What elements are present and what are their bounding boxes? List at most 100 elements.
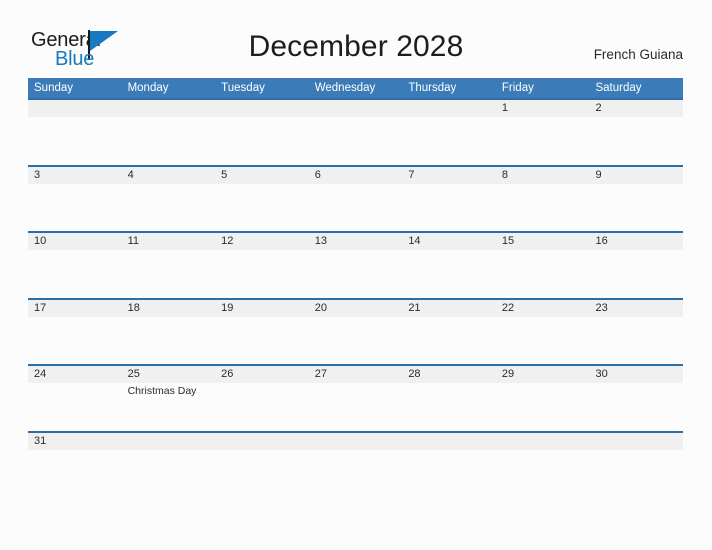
day-cell[interactable]: 10 xyxy=(28,233,122,298)
day-cell[interactable]: 30 xyxy=(589,366,683,431)
locale-label: French Guiana xyxy=(593,47,683,62)
day-cell[interactable]: 3 xyxy=(28,167,122,232)
day-event: Christmas Day xyxy=(127,385,197,398)
day-number: 11 xyxy=(127,235,139,248)
day-cell[interactable]: 8 xyxy=(496,167,590,232)
day-cell[interactable]: 4 xyxy=(122,167,216,232)
day-number xyxy=(128,100,216,117)
day-cell[interactable] xyxy=(309,433,403,498)
day-number xyxy=(315,433,403,450)
day-number: 18 xyxy=(127,301,140,314)
day-number: 30 xyxy=(595,368,608,381)
weekday-header-tuesday: Tuesday xyxy=(221,82,265,94)
day-cell[interactable]: 20 xyxy=(309,300,403,365)
day-number xyxy=(221,433,309,450)
day-number: 9 xyxy=(595,168,602,181)
day-number: 24 xyxy=(34,368,47,381)
week-row: 24 25 Christmas Day 26 27 28 29 30 xyxy=(28,364,683,431)
day-number: 27 xyxy=(314,368,327,381)
day-number: 7 xyxy=(408,168,415,181)
day-number: 28 xyxy=(408,368,421,381)
day-number xyxy=(502,433,590,450)
day-number: 25 xyxy=(127,368,140,381)
day-number xyxy=(34,100,122,117)
day-cell[interactable]: 1 xyxy=(496,100,590,165)
day-number: 3 xyxy=(34,168,41,181)
day-cell[interactable]: 19 xyxy=(215,300,309,365)
weekday-header-friday: Friday xyxy=(501,82,534,94)
day-cell[interactable]: 26 xyxy=(215,366,309,431)
weekday-header-row: Sunday Monday Tuesday Wednesday Thursday… xyxy=(28,78,683,98)
day-cell[interactable]: 6 xyxy=(309,167,403,232)
day-cell[interactable]: 31 xyxy=(28,433,122,498)
day-cell[interactable]: 13 xyxy=(309,233,403,298)
day-number xyxy=(315,100,403,117)
day-number: 26 xyxy=(221,368,234,381)
day-cell[interactable] xyxy=(215,100,309,165)
day-number xyxy=(595,433,683,450)
day-number: 21 xyxy=(408,301,421,314)
page-header: General Blue December 2028 French Guiana xyxy=(0,0,712,78)
day-number: 29 xyxy=(501,368,515,381)
day-cell[interactable] xyxy=(28,100,122,165)
day-cell[interactable]: 21 xyxy=(402,300,496,365)
day-number: 2 xyxy=(595,102,602,114)
day-cell[interactable] xyxy=(122,100,216,165)
day-cell[interactable] xyxy=(402,433,496,498)
day-cell[interactable]: 24 xyxy=(28,366,122,431)
day-number xyxy=(221,100,309,117)
day-number: 20 xyxy=(314,301,327,314)
day-number: 12 xyxy=(221,235,234,248)
day-cell[interactable]: 2 xyxy=(589,100,683,165)
day-cell[interactable]: 16 xyxy=(589,233,683,298)
day-number: 10 xyxy=(34,235,47,248)
day-cell[interactable] xyxy=(122,433,216,498)
day-number: 6 xyxy=(314,168,321,181)
day-number: 16 xyxy=(595,235,608,248)
day-number: 22 xyxy=(501,301,515,314)
day-number: 8 xyxy=(501,168,509,181)
day-cell[interactable] xyxy=(589,433,683,498)
day-cell[interactable]: 12 xyxy=(215,233,309,298)
day-number xyxy=(128,433,216,450)
day-number: 17 xyxy=(34,301,47,314)
day-number: 19 xyxy=(221,301,234,314)
day-number: 1 xyxy=(501,102,509,114)
calendar-grid: Sunday Monday Tuesday Wednesday Thursday… xyxy=(28,78,683,498)
weekday-header-thursday: Thursday xyxy=(408,82,457,94)
day-cell[interactable]: 22 xyxy=(496,300,590,365)
weekday-header-wednesday: Wednesday xyxy=(314,82,376,94)
day-number xyxy=(408,433,496,450)
calendar-page: General Blue December 2028 French Guiana… xyxy=(0,0,712,550)
day-cell[interactable]: 18 xyxy=(122,300,216,365)
day-number: 4 xyxy=(127,168,134,181)
day-cell[interactable]: 29 xyxy=(496,366,590,431)
day-cell[interactable] xyxy=(309,100,403,165)
day-cell[interactable]: 14 xyxy=(402,233,496,298)
day-cell[interactable]: 23 xyxy=(589,300,683,365)
day-cell[interactable]: 28 xyxy=(402,366,496,431)
week-row: 31 xyxy=(28,430,683,498)
day-number: 31 xyxy=(34,434,47,447)
day-cell[interactable] xyxy=(402,100,496,165)
week-row: 1 2 xyxy=(28,98,683,165)
day-cell[interactable]: 5 xyxy=(215,167,309,232)
day-cell[interactable]: 15 xyxy=(496,233,590,298)
day-cell[interactable]: 17 xyxy=(28,300,122,365)
day-cell[interactable] xyxy=(496,433,590,498)
weekday-header-saturday: Saturday xyxy=(595,82,642,94)
day-number: 13 xyxy=(314,235,327,248)
weekday-header-monday: Monday xyxy=(127,82,169,94)
day-number: 14 xyxy=(408,235,421,248)
week-row: 3 4 5 6 7 8 9 xyxy=(28,164,683,232)
day-cell[interactable]: 11 xyxy=(122,233,216,298)
day-cell[interactable]: 25 Christmas Day xyxy=(122,366,216,431)
day-number xyxy=(408,100,496,117)
day-cell[interactable]: 7 xyxy=(402,167,496,232)
weekday-header-sunday: Sunday xyxy=(34,82,74,94)
day-cell[interactable] xyxy=(215,433,309,498)
day-cell[interactable]: 9 xyxy=(589,167,683,232)
day-number: 5 xyxy=(221,168,228,181)
day-cell[interactable]: 27 xyxy=(309,366,403,431)
day-number: 15 xyxy=(501,235,515,248)
